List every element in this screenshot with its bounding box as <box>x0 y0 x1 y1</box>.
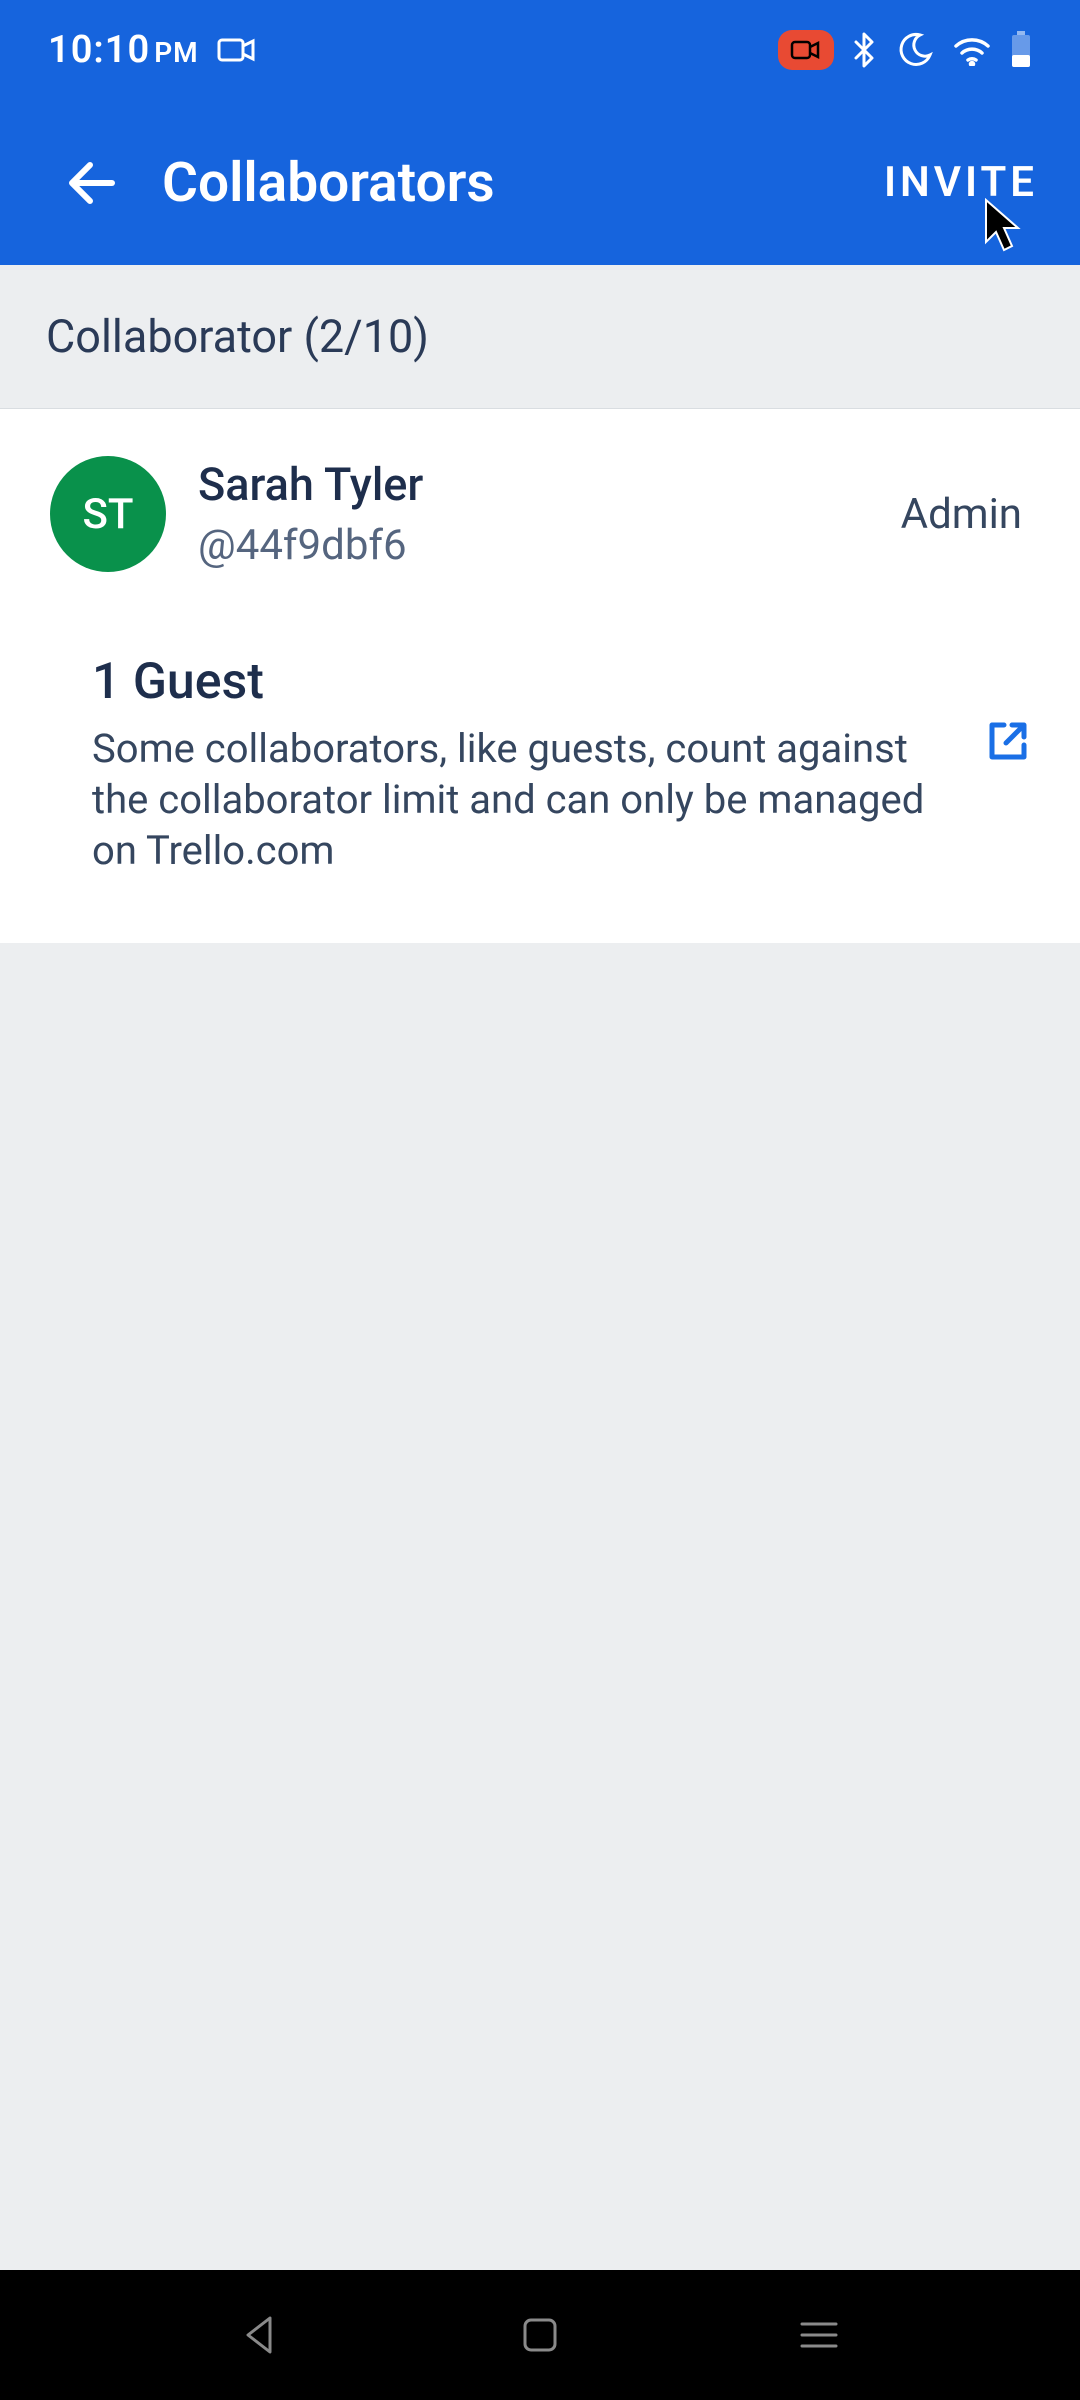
video-camera-icon <box>217 36 257 64</box>
guest-count-title: 1 Guest <box>92 653 978 711</box>
status-bar-left: 10:10PM <box>48 28 257 72</box>
nav-recents-button[interactable] <box>796 2316 842 2354</box>
content-area <box>0 943 1080 2270</box>
status-bar: 10:10PM <box>0 0 1080 100</box>
status-time: 10:10PM <box>48 28 199 72</box>
status-time-ampm: PM <box>154 36 198 69</box>
nav-back-button[interactable] <box>238 2312 284 2358</box>
avatar-initials: ST <box>82 490 133 539</box>
collaborator-name: Sarah Tyler <box>198 458 901 511</box>
collaborator-info: Sarah Tyler @44f9dbf6 <box>198 458 901 570</box>
nav-home-button[interactable] <box>519 2314 561 2356</box>
section-heading: Collaborator (2/10) <box>0 265 1080 409</box>
recording-badge-icon <box>778 30 834 70</box>
bluetooth-icon <box>852 30 878 70</box>
guest-description: Some collaborators, like guests, count a… <box>92 723 978 877</box>
wifi-icon <box>952 34 992 66</box>
guest-info-row[interactable]: 1 Guest Some collaborators, like guests,… <box>0 619 1080 943</box>
back-button[interactable] <box>48 155 136 211</box>
collaborator-row[interactable]: ST Sarah Tyler @44f9dbf6 Admin <box>0 409 1080 619</box>
invite-button[interactable]: INVITE <box>878 148 1044 217</box>
app-bar: Collaborators INVITE <box>0 100 1080 265</box>
avatar: ST <box>50 456 166 572</box>
page-title: Collaborators <box>162 151 495 215</box>
square-home-icon <box>519 2314 561 2356</box>
guest-info-text: 1 Guest Some collaborators, like guests,… <box>92 653 978 877</box>
status-time-value: 10:10 <box>48 28 150 72</box>
collaborator-role: Admin <box>901 490 1030 539</box>
section-heading-text: Collaborator (2/10) <box>46 310 429 363</box>
do-not-disturb-moon-icon <box>896 31 934 69</box>
status-bar-right <box>778 30 1032 70</box>
collaborator-list: ST Sarah Tyler @44f9dbf6 Admin 1 Guest S… <box>0 409 1080 943</box>
arrow-left-icon <box>64 155 120 211</box>
menu-recents-icon <box>796 2316 842 2354</box>
collaborator-handle: @44f9dbf6 <box>198 521 901 570</box>
battery-icon <box>1010 31 1032 69</box>
external-link-icon[interactable] <box>986 719 1030 763</box>
triangle-back-icon <box>238 2312 284 2358</box>
system-nav-bar <box>0 2270 1080 2400</box>
